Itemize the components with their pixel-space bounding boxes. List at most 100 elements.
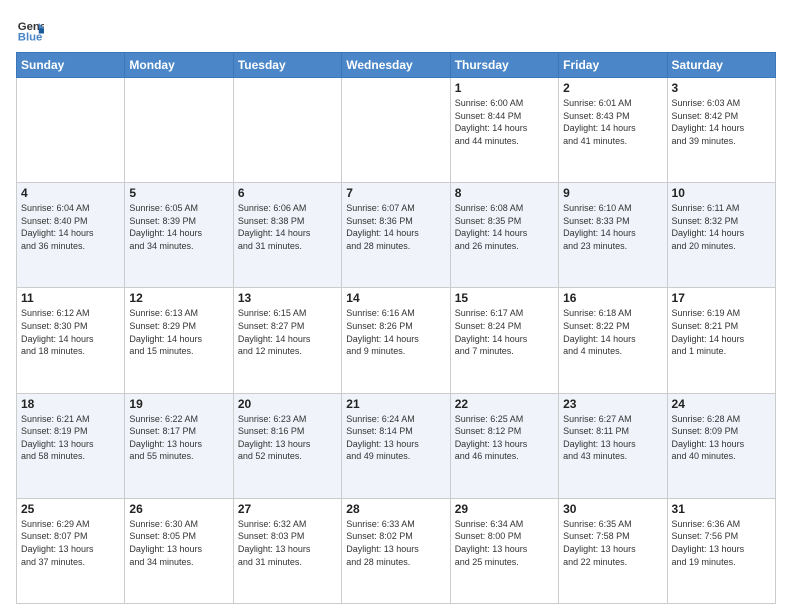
svg-text:Blue: Blue	[18, 32, 43, 44]
day-info: Sunrise: 6:01 AM Sunset: 8:43 PM Dayligh…	[563, 97, 662, 147]
day-number: 22	[455, 397, 554, 411]
table-row: 16 Sunrise: 6:18 AM Sunset: 8:22 PM Dayli…	[559, 288, 667, 393]
day-info: Sunrise: 6:04 AM Sunset: 8:40 PM Dayligh…	[21, 202, 120, 252]
day-number: 11	[21, 291, 120, 305]
table-row	[233, 78, 341, 183]
header-wednesday: Wednesday	[342, 53, 450, 78]
day-info: Sunrise: 6:06 AM Sunset: 8:38 PM Dayligh…	[238, 202, 337, 252]
day-number: 9	[563, 186, 662, 200]
day-number: 20	[238, 397, 337, 411]
table-row: 27Sunrise: 6:32 AM Sunset: 8:03 PM Dayli…	[233, 498, 341, 603]
day-info: Sunrise: 6:30 AM Sunset: 8:05 PM Dayligh…	[129, 518, 228, 568]
day-info: Sunrise: 6:35 AM Sunset: 7:58 PM Dayligh…	[563, 518, 662, 568]
day-info: Sunrise: 6:05 AM Sunset: 8:39 PM Dayligh…	[129, 202, 228, 252]
table-row: 5 Sunrise: 6:05 AM Sunset: 8:39 PM Daylig…	[125, 183, 233, 288]
calendar-week-row: 18 Sunrise: 6:21 AM Sunset: 8:19 PM Dayli…	[17, 393, 776, 498]
calendar-page: General Blue Sunday Monday Tuesday Wedne…	[0, 0, 792, 612]
table-row: 24Sunrise: 6:28 AM Sunset: 8:09 PM Dayli…	[667, 393, 775, 498]
table-row: 28 Sunrise: 6:33 AM Sunset: 8:02 PM Dayli…	[342, 498, 450, 603]
header-friday: Friday	[559, 53, 667, 78]
day-number: 8	[455, 186, 554, 200]
day-number: 12	[129, 291, 228, 305]
table-row: 26Sunrise: 6:30 AM Sunset: 8:05 PM Dayli…	[125, 498, 233, 603]
table-row: 18 Sunrise: 6:21 AM Sunset: 8:19 PM Dayli…	[17, 393, 125, 498]
day-number: 3	[672, 81, 771, 95]
table-row: 30 Sunrise: 6:35 AM Sunset: 7:58 PM Dayli…	[559, 498, 667, 603]
table-row: 31 Sunrise: 6:36 AM Sunset: 7:56 PM Dayli…	[667, 498, 775, 603]
day-number: 6	[238, 186, 337, 200]
table-row: 3Sunrise: 6:03 AM Sunset: 8:42 PM Daylig…	[667, 78, 775, 183]
table-row: 1Sunrise: 6:00 AM Sunset: 8:44 PM Daylig…	[450, 78, 558, 183]
day-number: 18	[21, 397, 120, 411]
day-info: Sunrise: 6:18 AM Sunset: 8:22 PM Dayligh…	[563, 307, 662, 357]
day-number: 21	[346, 397, 445, 411]
header: General Blue	[16, 16, 776, 44]
header-sunday: Sunday	[17, 53, 125, 78]
day-info: Sunrise: 6:36 AM Sunset: 7:56 PM Dayligh…	[672, 518, 771, 568]
day-number: 27	[238, 502, 337, 516]
day-info: Sunrise: 6:07 AM Sunset: 8:36 PM Dayligh…	[346, 202, 445, 252]
table-row: 10 Sunrise: 6:11 AM Sunset: 8:32 PM Dayli…	[667, 183, 775, 288]
table-row: 15 Sunrise: 6:17 AM Sunset: 8:24 PM Dayli…	[450, 288, 558, 393]
table-row: 11 Sunrise: 6:12 AM Sunset: 8:30 PM Dayli…	[17, 288, 125, 393]
table-row: 7 Sunrise: 6:07 AM Sunset: 8:36 PM Daylig…	[342, 183, 450, 288]
header-thursday: Thursday	[450, 53, 558, 78]
table-row: 17 Sunrise: 6:19 AM Sunset: 8:21 PM Dayli…	[667, 288, 775, 393]
day-number: 17	[672, 291, 771, 305]
table-row: 12 Sunrise: 6:13 AM Sunset: 8:29 PM Dayli…	[125, 288, 233, 393]
day-number: 31	[672, 502, 771, 516]
calendar-week-row: 1Sunrise: 6:00 AM Sunset: 8:44 PM Daylig…	[17, 78, 776, 183]
day-info: Sunrise: 6:17 AM Sunset: 8:24 PM Dayligh…	[455, 307, 554, 357]
day-info: Sunrise: 6:24 AM Sunset: 8:14 PM Dayligh…	[346, 413, 445, 463]
day-info: Sunrise: 6:13 AM Sunset: 8:29 PM Dayligh…	[129, 307, 228, 357]
day-number: 10	[672, 186, 771, 200]
day-number: 24	[672, 397, 771, 411]
day-info: Sunrise: 6:33 AM Sunset: 8:02 PM Dayligh…	[346, 518, 445, 568]
day-number: 4	[21, 186, 120, 200]
day-number: 15	[455, 291, 554, 305]
header-monday: Monday	[125, 53, 233, 78]
day-info: Sunrise: 6:12 AM Sunset: 8:30 PM Dayligh…	[21, 307, 120, 357]
logo: General Blue	[16, 16, 48, 44]
day-info: Sunrise: 6:27 AM Sunset: 8:11 PM Dayligh…	[563, 413, 662, 463]
day-info: Sunrise: 6:23 AM Sunset: 8:16 PM Dayligh…	[238, 413, 337, 463]
logo-icon: General Blue	[16, 16, 44, 44]
day-info: Sunrise: 6:25 AM Sunset: 8:12 PM Dayligh…	[455, 413, 554, 463]
table-row: 9 Sunrise: 6:10 AM Sunset: 8:33 PM Daylig…	[559, 183, 667, 288]
header-saturday: Saturday	[667, 53, 775, 78]
day-number: 5	[129, 186, 228, 200]
day-info: Sunrise: 6:22 AM Sunset: 8:17 PM Dayligh…	[129, 413, 228, 463]
table-row: 6 Sunrise: 6:06 AM Sunset: 8:38 PM Daylig…	[233, 183, 341, 288]
calendar-week-row: 25Sunrise: 6:29 AM Sunset: 8:07 PM Dayli…	[17, 498, 776, 603]
day-number: 30	[563, 502, 662, 516]
weekday-header-row: Sunday Monday Tuesday Wednesday Thursday…	[17, 53, 776, 78]
table-row: 21 Sunrise: 6:24 AM Sunset: 8:14 PM Dayli…	[342, 393, 450, 498]
table-row: 22 Sunrise: 6:25 AM Sunset: 8:12 PM Dayli…	[450, 393, 558, 498]
day-number: 23	[563, 397, 662, 411]
day-number: 28	[346, 502, 445, 516]
day-info: Sunrise: 6:15 AM Sunset: 8:27 PM Dayligh…	[238, 307, 337, 357]
day-info: Sunrise: 6:21 AM Sunset: 8:19 PM Dayligh…	[21, 413, 120, 463]
day-number: 7	[346, 186, 445, 200]
day-number: 14	[346, 291, 445, 305]
day-info: Sunrise: 6:00 AM Sunset: 8:44 PM Dayligh…	[455, 97, 554, 147]
day-number: 16	[563, 291, 662, 305]
day-info: Sunrise: 6:34 AM Sunset: 8:00 PM Dayligh…	[455, 518, 554, 568]
table-row: 19 Sunrise: 6:22 AM Sunset: 8:17 PM Dayli…	[125, 393, 233, 498]
table-row	[125, 78, 233, 183]
day-info: Sunrise: 6:29 AM Sunset: 8:07 PM Dayligh…	[21, 518, 120, 568]
calendar-week-row: 4 Sunrise: 6:04 AM Sunset: 8:40 PM Daylig…	[17, 183, 776, 288]
table-row	[342, 78, 450, 183]
day-info: Sunrise: 6:19 AM Sunset: 8:21 PM Dayligh…	[672, 307, 771, 357]
table-row: 20 Sunrise: 6:23 AM Sunset: 8:16 PM Dayli…	[233, 393, 341, 498]
table-row	[17, 78, 125, 183]
day-number: 2	[563, 81, 662, 95]
day-info: Sunrise: 6:16 AM Sunset: 8:26 PM Dayligh…	[346, 307, 445, 357]
table-row: 13Sunrise: 6:15 AM Sunset: 8:27 PM Dayli…	[233, 288, 341, 393]
day-number: 29	[455, 502, 554, 516]
day-info: Sunrise: 6:11 AM Sunset: 8:32 PM Dayligh…	[672, 202, 771, 252]
day-info: Sunrise: 6:10 AM Sunset: 8:33 PM Dayligh…	[563, 202, 662, 252]
table-row: 25Sunrise: 6:29 AM Sunset: 8:07 PM Dayli…	[17, 498, 125, 603]
table-row: 14 Sunrise: 6:16 AM Sunset: 8:26 PM Dayli…	[342, 288, 450, 393]
day-number: 19	[129, 397, 228, 411]
